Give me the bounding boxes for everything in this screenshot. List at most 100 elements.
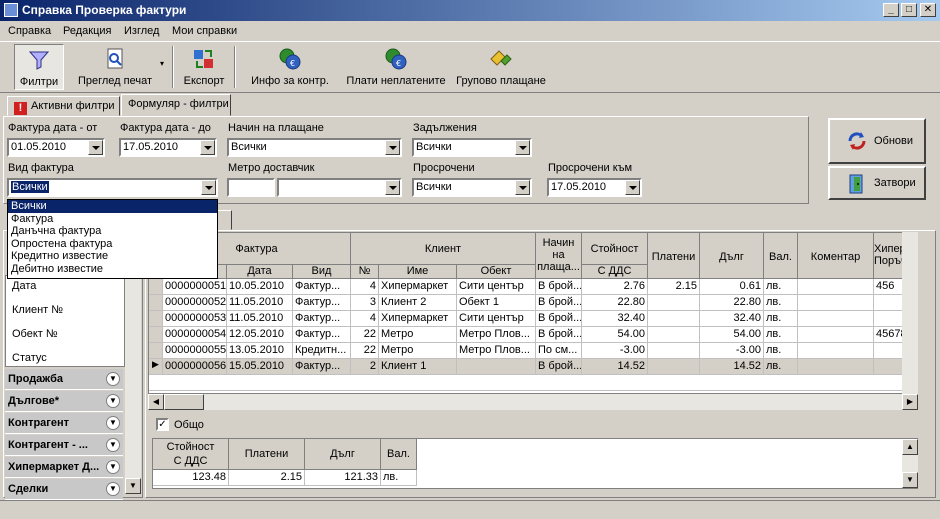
- chevron-down-icon[interactable]: ▼: [106, 372, 120, 386]
- group-payment-button[interactable]: Групово плащане: [454, 44, 548, 90]
- category-debts[interactable]: Дългове* ▼: [5, 391, 123, 412]
- col-comment[interactable]: Коментар: [798, 233, 874, 279]
- option-credit-note[interactable]: Кредитно известие: [8, 250, 217, 263]
- grid-vscrollbar[interactable]: [902, 232, 918, 394]
- col-client-number[interactable]: №: [351, 265, 379, 279]
- totals-col-paid[interactable]: Платени: [229, 439, 305, 470]
- menu-my-reports[interactable]: Мои справки: [172, 25, 237, 37]
- totals-col-currency[interactable]: Вал.: [381, 439, 417, 470]
- category-hypermarket[interactable]: Хипермаркет Д... ▼: [5, 457, 123, 478]
- cell-comment: [798, 295, 874, 311]
- field-client-no[interactable]: Клиент №: [12, 304, 63, 316]
- refresh-button[interactable]: Обнови: [828, 118, 926, 164]
- category-contractor[interactable]: Контрагент ▼: [5, 413, 123, 434]
- totals-checkbox[interactable]: ✓: [156, 418, 169, 431]
- totals-scrollbar[interactable]: ▲ ▼: [902, 439, 918, 488]
- minimize-button[interactable]: _: [883, 3, 899, 17]
- tab-active-filters[interactable]: ! Активни филтри: [7, 96, 120, 116]
- chevron-down-icon[interactable]: [625, 180, 640, 195]
- menu-edit[interactable]: Редакция: [63, 25, 111, 37]
- field-status[interactable]: Статус: [12, 352, 47, 364]
- date-to-picker[interactable]: 17.05.2010: [119, 138, 217, 157]
- col-client-site[interactable]: Обект: [457, 265, 536, 279]
- contractor-info-button[interactable]: € Инфо за контр.: [248, 44, 332, 90]
- chevron-down-icon[interactable]: ▼: [106, 394, 120, 408]
- date-from-label: Фактура дата - от: [8, 122, 98, 134]
- option-all[interactable]: Всички: [8, 200, 217, 213]
- col-value-vat[interactable]: С ДДС: [582, 265, 648, 279]
- close-window-button[interactable]: ✕: [920, 3, 936, 17]
- chevron-down-icon[interactable]: [515, 180, 530, 195]
- chevron-down-icon[interactable]: [515, 140, 530, 155]
- payment-method-select[interactable]: Всички: [227, 138, 402, 157]
- date-from-picker[interactable]: 01.05.2010: [7, 138, 105, 157]
- scroll-down-arrow[interactable]: ▼: [902, 472, 918, 488]
- scroll-thumb[interactable]: [164, 394, 204, 410]
- pay-unpaid-button[interactable]: € Плати неплатените: [344, 44, 448, 90]
- chevron-down-icon[interactable]: ▼: [106, 482, 120, 496]
- option-tax-invoice[interactable]: Данъчна фактура: [8, 225, 217, 238]
- col-debt[interactable]: Дълг: [700, 233, 764, 279]
- menu-report[interactable]: Справка: [8, 25, 51, 37]
- field-date[interactable]: Дата: [12, 280, 36, 292]
- cell-name: Метро: [379, 327, 457, 343]
- row-indicator[interactable]: ▶: [149, 359, 163, 375]
- chevron-down-icon[interactable]: [200, 140, 215, 155]
- row-indicator[interactable]: [149, 311, 163, 327]
- chevron-down-icon[interactable]: [88, 140, 103, 155]
- metro-supplier-code-input[interactable]: [227, 178, 275, 197]
- cell-cnum: 22: [351, 343, 379, 359]
- col-type[interactable]: Вид: [293, 265, 351, 279]
- cell-name: Метро: [379, 343, 457, 359]
- scroll-down-arrow[interactable]: ▼: [125, 478, 141, 494]
- chevron-down-icon[interactable]: [385, 140, 400, 155]
- filters-button[interactable]: Филтри: [14, 44, 64, 90]
- category-deals[interactable]: Сделки ▼: [5, 479, 123, 500]
- row-indicator[interactable]: [149, 327, 163, 343]
- category-sales[interactable]: Продажба ▼: [5, 369, 123, 390]
- option-invoice[interactable]: Фактура: [8, 213, 217, 226]
- col-currency[interactable]: Вал.: [764, 233, 798, 279]
- col-date[interactable]: Дата: [227, 265, 293, 279]
- close-button[interactable]: Затвори: [828, 166, 926, 200]
- chevron-down-icon[interactable]: ▼: [106, 460, 120, 474]
- category-contractor-more[interactable]: Контрагент - ... ▼: [5, 435, 123, 456]
- col-group-client[interactable]: Клиент: [351, 233, 536, 265]
- totals-col-value[interactable]: Стойност С ДДС: [153, 439, 229, 470]
- menu-view[interactable]: Изглед: [124, 25, 159, 37]
- chevron-down-icon[interactable]: ▼: [106, 416, 120, 430]
- grid-hscrollbar[interactable]: ◀ ▶: [148, 394, 918, 410]
- col-paid[interactable]: Платени: [648, 233, 700, 279]
- option-simplified-invoice[interactable]: Опростена фактура: [8, 238, 217, 251]
- totals-col-debt[interactable]: Дълг: [305, 439, 381, 470]
- overdue-to-picker[interactable]: 17.05.2010: [547, 178, 642, 197]
- chevron-down-icon[interactable]: [385, 180, 400, 195]
- metro-supplier-select[interactable]: [277, 178, 402, 197]
- invoice-type-select[interactable]: Всички: [7, 178, 218, 197]
- cell-pay: В брой...: [536, 295, 582, 311]
- scroll-up-arrow[interactable]: ▲: [902, 439, 918, 455]
- field-site-no[interactable]: Обект №: [12, 328, 58, 340]
- col-payment-method[interactable]: Начин на плаща...: [536, 233, 582, 279]
- scroll-right-arrow[interactable]: ▶: [902, 394, 918, 410]
- print-preview-dropdown-arrow[interactable]: ▾: [160, 59, 164, 68]
- overdue-select[interactable]: Всички: [412, 178, 532, 197]
- scroll-left-arrow[interactable]: ◀: [148, 394, 164, 410]
- liabilities-select[interactable]: Всички: [412, 138, 532, 157]
- svg-text:€: €: [290, 59, 295, 68]
- maximize-button[interactable]: □: [901, 3, 917, 17]
- chevron-down-icon[interactable]: [201, 180, 216, 195]
- col-client-name[interactable]: Име: [379, 265, 457, 279]
- row-indicator[interactable]: [149, 343, 163, 359]
- totals-paid: 2.15: [229, 470, 305, 486]
- print-preview-button[interactable]: Преглед печат: [74, 44, 156, 90]
- col-group-value[interactable]: Стойност: [582, 233, 648, 265]
- cell-debt: 22.80: [700, 295, 764, 311]
- row-indicator[interactable]: [149, 295, 163, 311]
- row-indicator[interactable]: [149, 279, 163, 295]
- left-scrollbar[interactable]: ▼: [125, 275, 141, 494]
- export-button[interactable]: Експорт: [180, 44, 228, 90]
- option-debit-note[interactable]: Дебитно известие: [8, 263, 217, 276]
- tab-form-filters[interactable]: Формуляр - филтри: [121, 94, 231, 116]
- chevron-down-icon[interactable]: ▼: [106, 438, 120, 452]
